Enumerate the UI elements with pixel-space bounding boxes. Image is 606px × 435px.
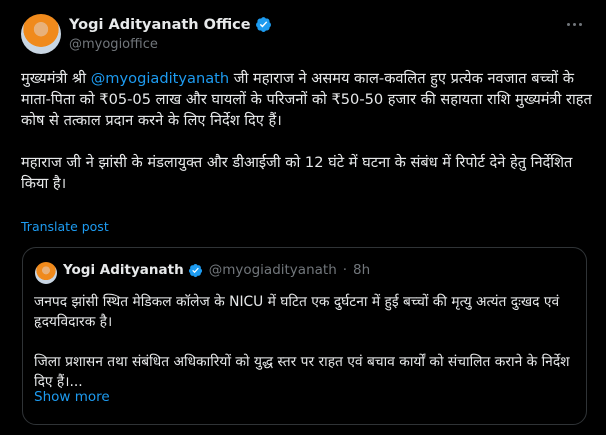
author-handle[interactable]: @myogioffice <box>69 37 158 52</box>
quoted-paragraph-1: जनपद झांसी स्थित मेडिकल कॉलेज के NICU मे… <box>34 294 560 330</box>
show-more-link[interactable]: Show more <box>34 389 110 405</box>
author-name[interactable]: Yogi Adityanath Office <box>69 17 251 33</box>
quoted-header: Yogi Adityanath @myogiadityanath · 8h <box>63 262 370 278</box>
quoted-author-name: Yogi Adityanath <box>63 262 184 278</box>
tweet-text: मुख्यमंत्री श्री @myogiadityanath जी महा… <box>21 68 596 194</box>
more-options-icon[interactable] <box>562 14 586 34</box>
mention-link[interactable]: @myogiadityanath <box>91 70 229 87</box>
tweet-paragraph-1: मुख्यमंत्री श्री @myogiadityanath जी महा… <box>21 68 596 131</box>
separator-dot: · <box>342 262 348 278</box>
tweet-text-start: मुख्यमंत्री श्री <box>21 70 91 87</box>
tweet-paragraph-2: महाराज जी ने झांसी के मंडलायुक्त और डीआई… <box>21 154 573 192</box>
quoted-post-time: 8h <box>353 262 371 278</box>
verified-badge-icon <box>188 263 202 277</box>
author-avatar[interactable] <box>21 14 61 54</box>
quoted-author-avatar <box>35 262 57 284</box>
quoted-paragraph-2: जिला प्रशासन तथा संबंधित अधिकारियों को य… <box>34 354 570 390</box>
verified-badge-icon <box>255 17 271 32</box>
quoted-text: जनपद झांसी स्थित मेडिकल कॉलेज के NICU मे… <box>34 292 579 392</box>
quoted-author-handle: @myogiadityanath <box>208 262 337 278</box>
translate-post-link[interactable]: Translate post <box>21 219 109 234</box>
quoted-post[interactable]: Yogi Adityanath @myogiadityanath · 8h जन… <box>22 247 587 425</box>
author-name-row: Yogi Adityanath Office <box>69 16 272 33</box>
